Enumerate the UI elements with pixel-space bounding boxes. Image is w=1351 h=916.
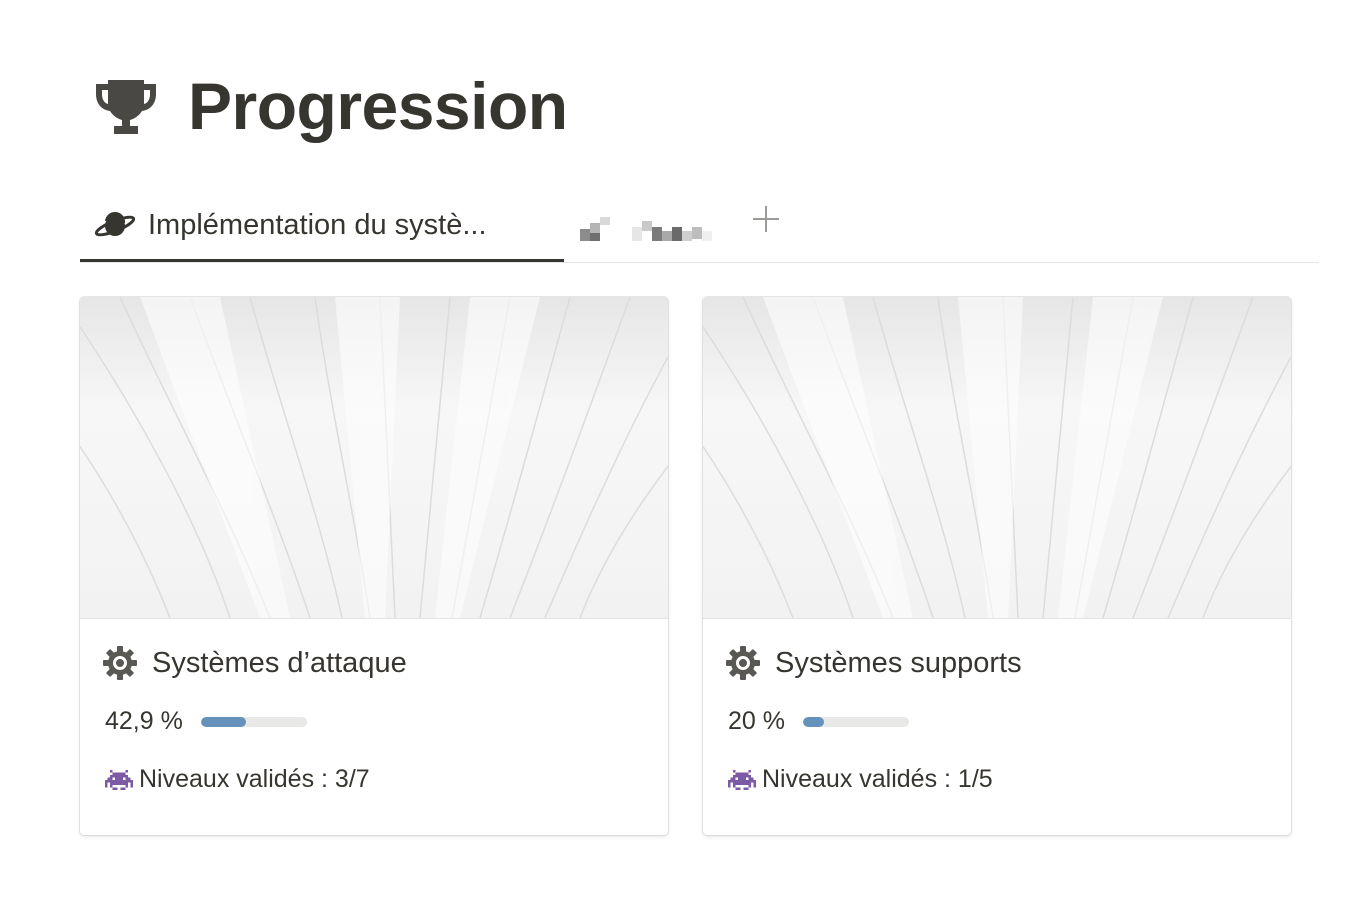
add-view-button[interactable] bbox=[750, 200, 782, 238]
levels-validated: Niveaux validés : 1/5 bbox=[762, 765, 993, 793]
ringed-planet-icon bbox=[94, 211, 136, 236]
gear-icon bbox=[103, 646, 137, 680]
tab-label: Implémentation du systè... bbox=[148, 209, 487, 241]
page-header: Progression bbox=[90, 70, 568, 142]
redacted-label bbox=[580, 217, 712, 241]
page-title: Progression bbox=[188, 69, 568, 143]
card-cover-image bbox=[703, 297, 1291, 619]
tab-redacted[interactable] bbox=[578, 192, 728, 262]
card-cover-image bbox=[80, 297, 668, 619]
card-title: Systèmes d’attaque bbox=[152, 646, 407, 679]
progress-row: 42,9 % bbox=[105, 707, 307, 736]
page: Progression Implémentation du systè... S… bbox=[0, 0, 1351, 916]
card-systemes-supports[interactable]: Systèmes supports 20 % Niveaux validés:… bbox=[703, 297, 1291, 835]
plus-icon bbox=[753, 206, 779, 232]
progress-value: 20 % bbox=[728, 707, 785, 735]
gear-icon bbox=[726, 646, 760, 680]
trophy-icon[interactable] bbox=[90, 70, 162, 142]
progress-value: 42,9 % bbox=[105, 707, 183, 735]
alien-monster-icon bbox=[728, 769, 756, 790]
view-tabs: Implémentation du systè... bbox=[80, 192, 1319, 263]
card-systemes-attaque[interactable]: Systèmes d’attaque 42,9 % Niveaux validé… bbox=[80, 297, 668, 835]
progress-bar-fill bbox=[802, 716, 825, 727]
card-title: Systèmes supports bbox=[775, 646, 1022, 679]
card-title-row: Systèmes supports bbox=[725, 645, 1022, 681]
levels-validated: Niveaux validés : 3/7 bbox=[139, 765, 370, 793]
progress-bar bbox=[200, 716, 307, 727]
progress-bar bbox=[802, 716, 909, 727]
progress-bar-fill bbox=[200, 716, 247, 727]
alien-monster-icon bbox=[105, 769, 133, 790]
card-title-row: Systèmes d’attaque bbox=[102, 645, 407, 681]
levels-row: Niveaux validés : 1/5 bbox=[728, 765, 993, 794]
levels-row: Niveaux validés : 3/7 bbox=[105, 765, 370, 794]
progress-row: 20 % bbox=[728, 707, 909, 736]
tab-implementation[interactable]: Implémentation du systè... bbox=[80, 192, 564, 262]
